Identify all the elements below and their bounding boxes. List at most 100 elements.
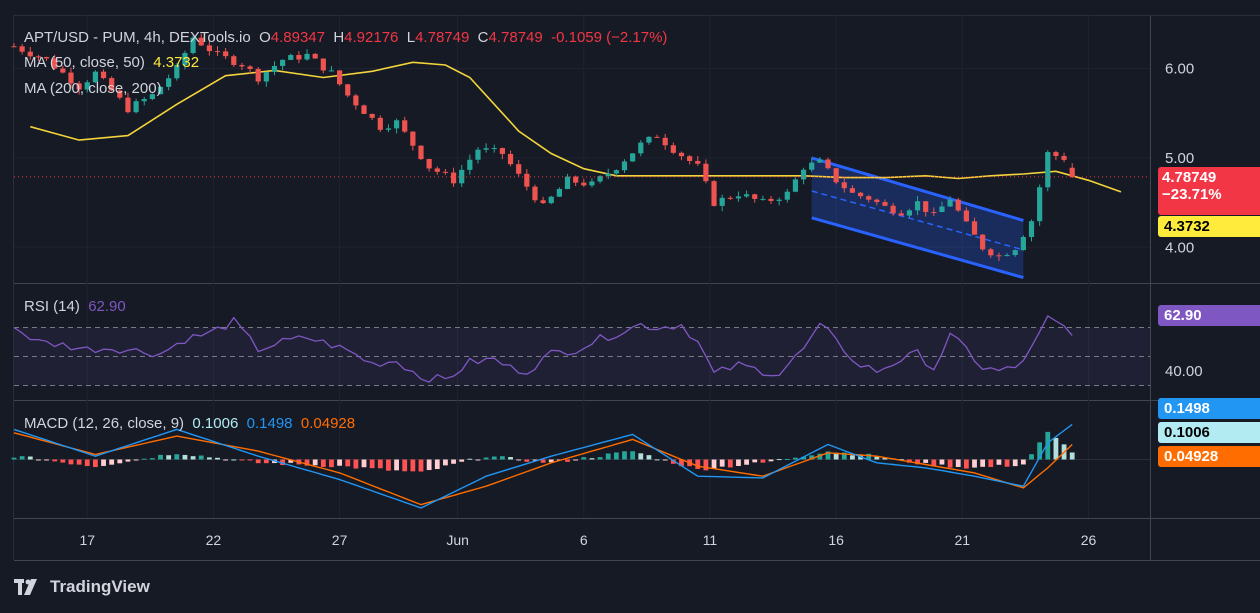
macd-histogram-bar	[711, 459, 717, 469]
macd-histogram-bar	[386, 459, 391, 471]
candle-body	[361, 105, 367, 114]
candle-body	[776, 199, 782, 201]
candle-body	[166, 78, 172, 87]
candle-body	[328, 70, 335, 72]
open-label: O	[259, 29, 271, 46]
macd-histogram-bar	[850, 455, 855, 460]
time-axis-label: Jun	[446, 532, 469, 548]
candle-body	[768, 198, 774, 201]
macd-histogram-bar	[768, 459, 774, 462]
candle-body	[1012, 250, 1018, 256]
macd-histogram-bar	[459, 459, 465, 462]
macd-histogram-bar	[60, 459, 66, 463]
macd-histogram-bar	[451, 459, 456, 464]
macd-histogram-bar	[353, 459, 359, 469]
candle-body	[711, 181, 717, 206]
rsi-legend[interactable]: RSI (14) 62.90	[24, 298, 126, 315]
candle-body	[19, 46, 25, 52]
candle-body	[752, 194, 758, 199]
candle-body	[1004, 255, 1010, 257]
ma200-legend[interactable]: MA (200, close, 200)	[24, 80, 162, 97]
candle-body	[312, 53, 318, 59]
high-value: 4.92176	[344, 29, 399, 46]
candle-body	[890, 205, 896, 214]
macd-histogram-bar	[263, 459, 269, 464]
signal-legend-value: 0.1498	[246, 415, 293, 432]
macd-histogram-bar	[703, 459, 709, 471]
time-axis-label: 6	[580, 532, 588, 548]
candle-body	[833, 168, 839, 183]
macd-histogram-bar	[345, 459, 351, 467]
candle-body	[906, 210, 912, 216]
macd-histogram-bar	[573, 459, 579, 461]
macd-histogram-bar	[166, 455, 172, 460]
macd-histogram-bar	[68, 459, 74, 465]
macd-histogram-bar	[337, 459, 342, 466]
candle-body	[11, 46, 17, 48]
macd-histogram-bar	[402, 459, 408, 472]
candle-body	[971, 221, 978, 235]
candle-body	[939, 206, 945, 213]
macd-histogram-bar	[793, 457, 798, 460]
candle-body	[866, 196, 872, 200]
macd-histogram-bar	[597, 457, 603, 460]
time-axis-label: 11	[703, 532, 718, 548]
macd-histogram-bar	[565, 459, 570, 462]
candle-body	[393, 120, 400, 129]
ma200-label: MA (200, close, 200)	[24, 80, 162, 97]
candle-body	[817, 159, 823, 163]
candle-body	[304, 53, 310, 60]
candle-body	[654, 136, 660, 138]
candle-body	[459, 169, 465, 184]
chart-canvas[interactable]: 172227Jun6111621264.005.006.0040.0080.00	[0, 0, 1260, 613]
macd-histogram-bar	[255, 459, 261, 464]
candle-body	[955, 199, 961, 211]
candle-body	[1061, 155, 1067, 160]
candle-body	[540, 200, 546, 204]
candle-body	[605, 173, 611, 177]
time-axis-label: 17	[79, 532, 95, 548]
candle-body	[223, 51, 229, 57]
macd-histogram-bar	[630, 451, 636, 460]
price-axis-label: 5.00	[1165, 150, 1194, 167]
tradingview-logo-icon	[14, 579, 37, 595]
candle-body	[980, 234, 986, 250]
macd-histogram-bar	[84, 459, 90, 467]
candle-body	[410, 131, 416, 146]
macd-histogram-bar	[581, 457, 587, 460]
candle-body	[353, 95, 359, 106]
time-axis-label: 27	[332, 532, 348, 548]
macd-histogram-bar	[719, 459, 725, 467]
candle-body	[133, 101, 139, 113]
macd-histogram-bar	[776, 459, 782, 461]
time-axis-label: 22	[206, 532, 222, 548]
macd-histogram-bar	[149, 458, 155, 460]
candle-body	[100, 71, 107, 79]
candle-body	[687, 156, 693, 161]
candle-body	[556, 188, 562, 197]
candle-body	[320, 58, 326, 71]
rsi-legend-value: 62.90	[88, 298, 126, 315]
ma50-legend[interactable]: MA (50, close, 50) 4.3732	[24, 54, 199, 71]
candle-body	[678, 152, 685, 157]
macd-legend[interactable]: MACD (12, 26, close, 9) 0.1006 0.1498 0.…	[24, 415, 355, 432]
macd-histogram-bar	[475, 459, 481, 461]
macd-histogram-bar	[467, 458, 473, 460]
candle-body	[670, 145, 676, 153]
macd-histogram-bar	[223, 459, 229, 461]
candle-body	[630, 153, 636, 162]
candle-body	[402, 120, 408, 132]
macd-histogram-bar	[638, 453, 644, 460]
candle-body	[963, 210, 969, 222]
tradingview-logo[interactable]: TradingView	[14, 577, 150, 597]
candle-body	[507, 153, 514, 165]
candle-body	[581, 182, 587, 186]
macd-histogram-bar	[239, 459, 245, 461]
macd-histogram-bar	[19, 456, 25, 460]
ma-price-tag: 4.3732	[1158, 216, 1260, 237]
macd-histogram-bar	[695, 459, 701, 469]
macd-histogram-bar	[93, 459, 98, 468]
candle-body	[947, 199, 953, 207]
macd-histogram-bar	[508, 457, 513, 460]
candle-body	[914, 201, 921, 211]
